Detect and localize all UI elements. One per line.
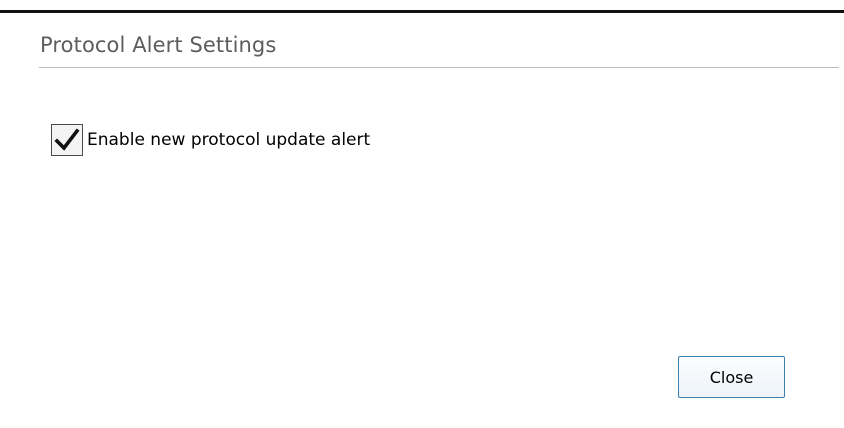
title-divider xyxy=(39,67,839,68)
enable-alert-checkbox[interactable] xyxy=(51,124,83,156)
dialog-top-border xyxy=(0,10,844,13)
close-button[interactable]: Close xyxy=(678,356,785,398)
enable-alert-checkbox-label[interactable]: Enable new protocol update alert xyxy=(87,130,370,150)
checkmark-icon xyxy=(54,128,80,151)
enable-alert-checkbox-row[interactable]: Enable new protocol update alert xyxy=(51,124,370,156)
dialog-title: Protocol Alert Settings xyxy=(40,33,277,57)
protocol-alert-settings-dialog: Protocol Alert Settings Enable new proto… xyxy=(0,0,844,428)
